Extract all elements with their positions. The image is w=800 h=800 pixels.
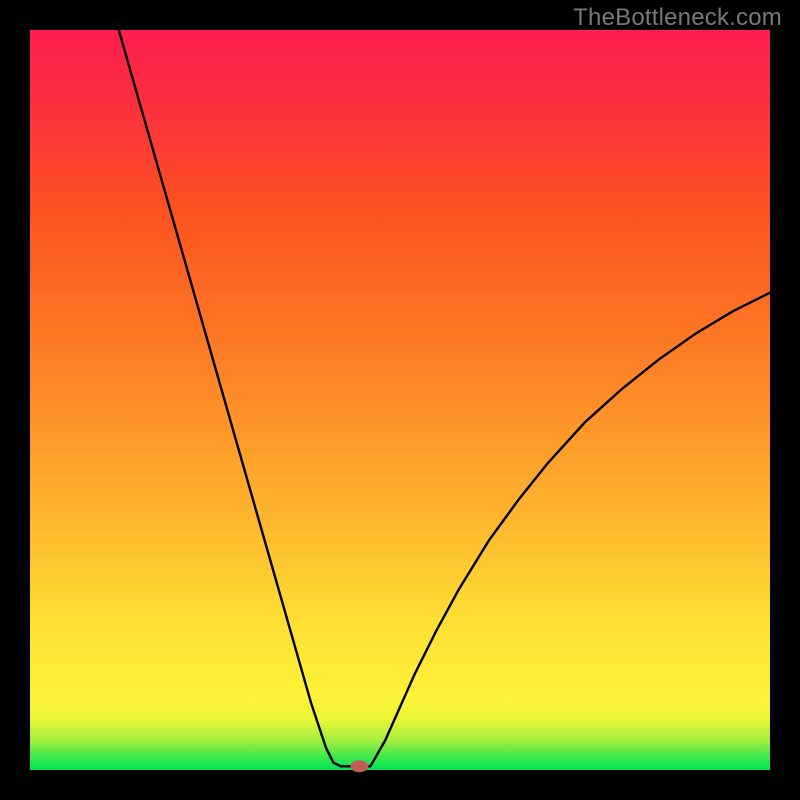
- bottleneck-chart: [0, 0, 800, 800]
- chart-plot-area: [30, 30, 770, 770]
- watermark-text: TheBottleneck.com: [573, 4, 782, 32]
- optimum-marker: [350, 760, 368, 772]
